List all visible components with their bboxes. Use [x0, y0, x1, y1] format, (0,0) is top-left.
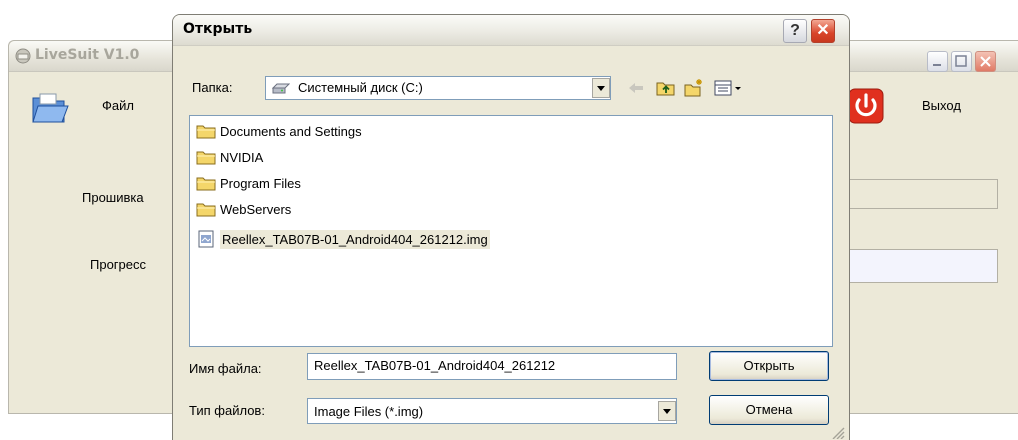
maximize-icon — [955, 55, 967, 67]
back-arrow-icon[interactable] — [625, 77, 647, 99]
file-button-label: Файл — [102, 98, 134, 113]
filetype-dropdown-value: Image Files (*.img) — [314, 404, 424, 419]
list-item-label: WebServers — [220, 201, 292, 217]
minimize-button[interactable] — [927, 51, 948, 72]
file-button[interactable]: Файл — [30, 86, 170, 130]
power-icon — [848, 88, 884, 124]
firmware-path-field — [840, 179, 998, 209]
chevron-down-icon[interactable] — [592, 78, 610, 98]
folder-label: Папка: — [192, 80, 233, 95]
close-button[interactable] — [975, 51, 996, 72]
folder-dropdown[interactable]: Системный диск (C:) — [265, 76, 611, 100]
livesuit-title: LiveSuit V1.0 — [35, 47, 140, 63]
dialog-close-button[interactable]: ✕ — [811, 19, 835, 43]
list-item[interactable]: Program Files — [196, 172, 301, 194]
progress-bar — [840, 249, 998, 283]
progress-label: Прогресс — [90, 257, 147, 272]
maximize-button[interactable] — [951, 51, 972, 72]
livesuit-app-icon — [15, 48, 31, 64]
filename-label: Имя файла: — [189, 361, 262, 376]
dialog-title: Открыть — [183, 21, 253, 37]
open-file-dialog: Открыть ? ✕ Папка: Системный диск (C:) D… — [172, 14, 850, 440]
new-folder-icon[interactable] — [683, 77, 705, 99]
filetype-dropdown[interactable]: Image Files (*.img) — [307, 398, 677, 424]
exit-button-label: Выход — [922, 98, 961, 113]
folder-icon — [196, 151, 216, 165]
minimize-icon — [933, 64, 941, 66]
list-item[interactable]: WebServers — [196, 198, 291, 220]
filetype-label: Тип файлов: — [189, 403, 265, 418]
close-icon — [980, 56, 991, 67]
up-folder-icon[interactable] — [655, 77, 677, 99]
views-menu-icon[interactable] — [713, 77, 743, 99]
list-item-selected[interactable]: Reellex_TAB07B-01_Android404_261212.img — [196, 228, 490, 250]
chevron-down-icon[interactable] — [658, 401, 676, 421]
open-button[interactable]: Открыть — [709, 351, 829, 381]
resize-grip-icon[interactable] — [829, 425, 845, 439]
folder-dropdown-value: Системный диск (C:) — [298, 80, 423, 95]
list-item[interactable]: NVIDIA — [196, 146, 263, 168]
cancel-button[interactable]: Отмена — [709, 395, 829, 425]
folder-icon — [196, 203, 216, 217]
filename-input[interactable]: Reellex_TAB07B-01_Android404_261212 — [307, 353, 677, 380]
firmware-label: Прошивка — [82, 190, 144, 205]
help-button[interactable]: ? — [783, 19, 807, 43]
list-item[interactable]: Documents and Settings — [196, 120, 362, 142]
dialog-titlebar: Открыть ? ✕ — [173, 15, 849, 46]
folder-icon — [196, 125, 216, 139]
list-item-label: Documents and Settings — [220, 123, 362, 139]
list-item-label: NVIDIA — [220, 149, 264, 165]
list-item-label: Reellex_TAB07B-01_Android404_261212.img — [220, 229, 490, 249]
hard-drive-icon — [272, 83, 290, 94]
file-list[interactable]: Documents and Settings NVIDIA Program Fi… — [189, 115, 833, 347]
exit-button[interactable]: Выход — [848, 84, 988, 130]
image-file-icon — [198, 230, 214, 248]
open-folder-icon — [32, 93, 69, 123]
list-item-label: Program Files — [220, 175, 301, 191]
folder-icon — [196, 177, 216, 191]
